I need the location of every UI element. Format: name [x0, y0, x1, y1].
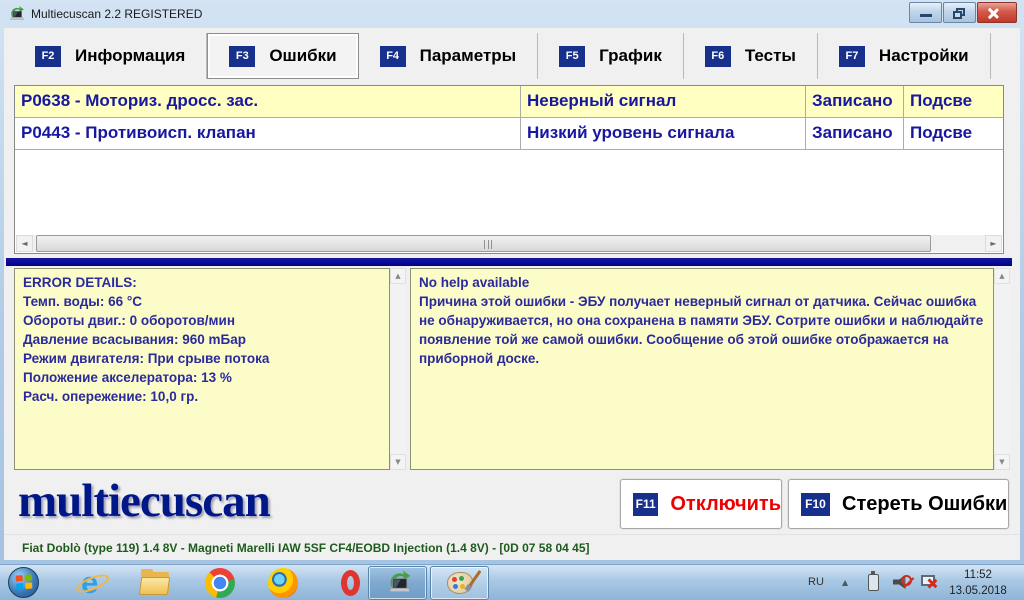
- scrollbar-thumb[interactable]: [36, 235, 931, 252]
- multiecuscan-logo: multiecuscan: [18, 474, 270, 528]
- taskbar-multiecuscan-button[interactable]: [368, 566, 427, 600]
- firefox-icon[interactable]: [268, 568, 298, 598]
- language-indicator[interactable]: RU: [808, 576, 824, 588]
- error-details-panel: ERROR DETAILS: Темп. воды: 66 °C Обороты…: [14, 268, 406, 470]
- horizontal-scrollbar[interactable]: ◄ ►: [16, 235, 1002, 252]
- error-state-cell: Записано: [806, 118, 904, 149]
- client-area: F2 Информация F3 Ошибки F4 Параметры F5 …: [4, 28, 1020, 560]
- tab-tests[interactable]: F6 Тесты: [684, 33, 818, 79]
- scroll-up-arrow-icon[interactable]: ▲: [390, 268, 406, 284]
- status-bar: Fiat Doblò (type 119) 1.4 8V - Magneti M…: [4, 534, 1020, 560]
- error-extra-cell: Подсве: [904, 118, 1003, 149]
- error-code-cell: P0443 - Противоисп. клапан: [15, 118, 521, 149]
- tab-errors[interactable]: F3 Ошибки: [207, 33, 358, 79]
- tab-settings[interactable]: F7 Настройки: [818, 33, 991, 79]
- start-button[interactable]: [8, 567, 39, 598]
- minimize-button[interactable]: [909, 2, 942, 23]
- restore-button[interactable]: [943, 2, 976, 23]
- scrollbar-track[interactable]: [33, 235, 985, 252]
- minimize-icon: [920, 14, 932, 17]
- tray-time: 11:52: [938, 567, 1018, 583]
- opera-icon[interactable]: [336, 568, 366, 598]
- fkey-badge: F7: [839, 46, 865, 67]
- hidden-icons-arrow-icon[interactable]: ▲: [842, 578, 848, 587]
- fkey-badge: F5: [559, 46, 585, 67]
- tab-bar: F2 Информация F3 Ошибки F4 Параметры F5 …: [14, 33, 1010, 79]
- screen: Multiecuscan 2.2 REGISTERED F2 Информаци…: [0, 0, 1024, 600]
- window-controls: [908, 2, 1017, 23]
- tab-label: Ошибки: [269, 46, 336, 66]
- internet-explorer-icon[interactable]: e: [78, 568, 108, 598]
- vertical-scrollbar[interactable]: ▲ ▼: [390, 268, 406, 470]
- disconnect-label: Отключить: [670, 493, 781, 516]
- scroll-down-arrow-icon[interactable]: ▼: [390, 454, 406, 470]
- tray-date: 13.05.2018: [938, 583, 1018, 599]
- file-explorer-icon[interactable]: [140, 568, 170, 598]
- clear-errors-button[interactable]: F10 Стереть Ошибки: [788, 479, 1009, 529]
- tab-label: Тесты: [745, 46, 796, 66]
- app-window: Multiecuscan 2.2 REGISTERED F2 Информаци…: [0, 0, 1024, 564]
- fkey-badge: F11: [633, 493, 658, 516]
- tab-label: Настройки: [879, 46, 969, 66]
- multiecuscan-app-icon: [384, 569, 412, 597]
- clear-errors-label: Стереть Ошибки: [842, 493, 1007, 516]
- tab-parameters[interactable]: F4 Параметры: [359, 33, 539, 79]
- help-title: No help available: [419, 273, 985, 292]
- help-text: No help available Причина этой ошибки - …: [410, 268, 994, 470]
- scroll-left-arrow-icon[interactable]: ◄: [16, 235, 33, 252]
- tab-label: Информация: [75, 46, 185, 66]
- chrome-icon[interactable]: [205, 568, 235, 598]
- error-extra-cell: Подсве: [904, 86, 1003, 117]
- table-row[interactable]: P0443 - Противоисп. клапан Низкий уровен…: [15, 118, 1003, 150]
- error-details-text: ERROR DETAILS: Темп. воды: 66 °C Обороты…: [14, 268, 390, 470]
- error-code-cell: P0638 - Моториз. дросс. зас.: [15, 86, 521, 117]
- vertical-scrollbar[interactable]: ▲ ▼: [994, 268, 1010, 470]
- close-button[interactable]: [977, 2, 1017, 23]
- divider-bar: [6, 258, 1012, 266]
- fkey-badge: F10: [801, 493, 830, 516]
- window-title: Multiecuscan 2.2 REGISTERED: [31, 7, 202, 21]
- fkey-badge: F2: [35, 46, 61, 67]
- taskbar-paint-button[interactable]: [430, 566, 489, 600]
- help-panel: No help available Причина этой ошибки - …: [410, 268, 1010, 470]
- error-table: P0638 - Моториз. дросс. зас. Неверный си…: [14, 85, 1004, 254]
- help-body: Причина этой ошибки - ЭБУ получает невер…: [419, 292, 985, 368]
- scroll-right-arrow-icon[interactable]: ►: [985, 235, 1002, 252]
- paint-icon: [447, 572, 473, 594]
- tab-information[interactable]: F2 Информация: [14, 33, 207, 79]
- disconnect-button[interactable]: F11 Отключить: [620, 479, 782, 529]
- error-state-cell: Записано: [806, 86, 904, 117]
- vehicle-info: Fiat Doblò (type 119) 1.4 8V - Magneti M…: [22, 541, 590, 555]
- tab-label: График: [599, 46, 662, 66]
- mute-badge-icon: [901, 575, 912, 586]
- taskbar: e RU ▲: [0, 564, 1024, 600]
- scroll-up-arrow-icon[interactable]: ▲: [994, 268, 1010, 284]
- battery-icon[interactable]: [868, 574, 879, 591]
- scroll-down-arrow-icon[interactable]: ▼: [994, 454, 1010, 470]
- error-desc-cell: Низкий уровень сигнала: [521, 118, 806, 149]
- table-row[interactable]: P0638 - Моториз. дросс. зас. Неверный си…: [15, 86, 1003, 118]
- fkey-badge: F6: [705, 46, 731, 67]
- error-desc-cell: Неверный сигнал: [521, 86, 806, 117]
- tab-label: Параметры: [420, 46, 517, 66]
- multiecuscan-app-icon: [7, 5, 25, 23]
- tab-graph[interactable]: F5 График: [538, 33, 684, 79]
- tray-clock[interactable]: 11:52 13.05.2018: [938, 567, 1018, 599]
- windows-logo-icon: [15, 574, 32, 590]
- fkey-badge: F4: [380, 46, 406, 67]
- titlebar[interactable]: Multiecuscan 2.2 REGISTERED: [0, 0, 1024, 28]
- fkey-badge: F3: [229, 46, 255, 67]
